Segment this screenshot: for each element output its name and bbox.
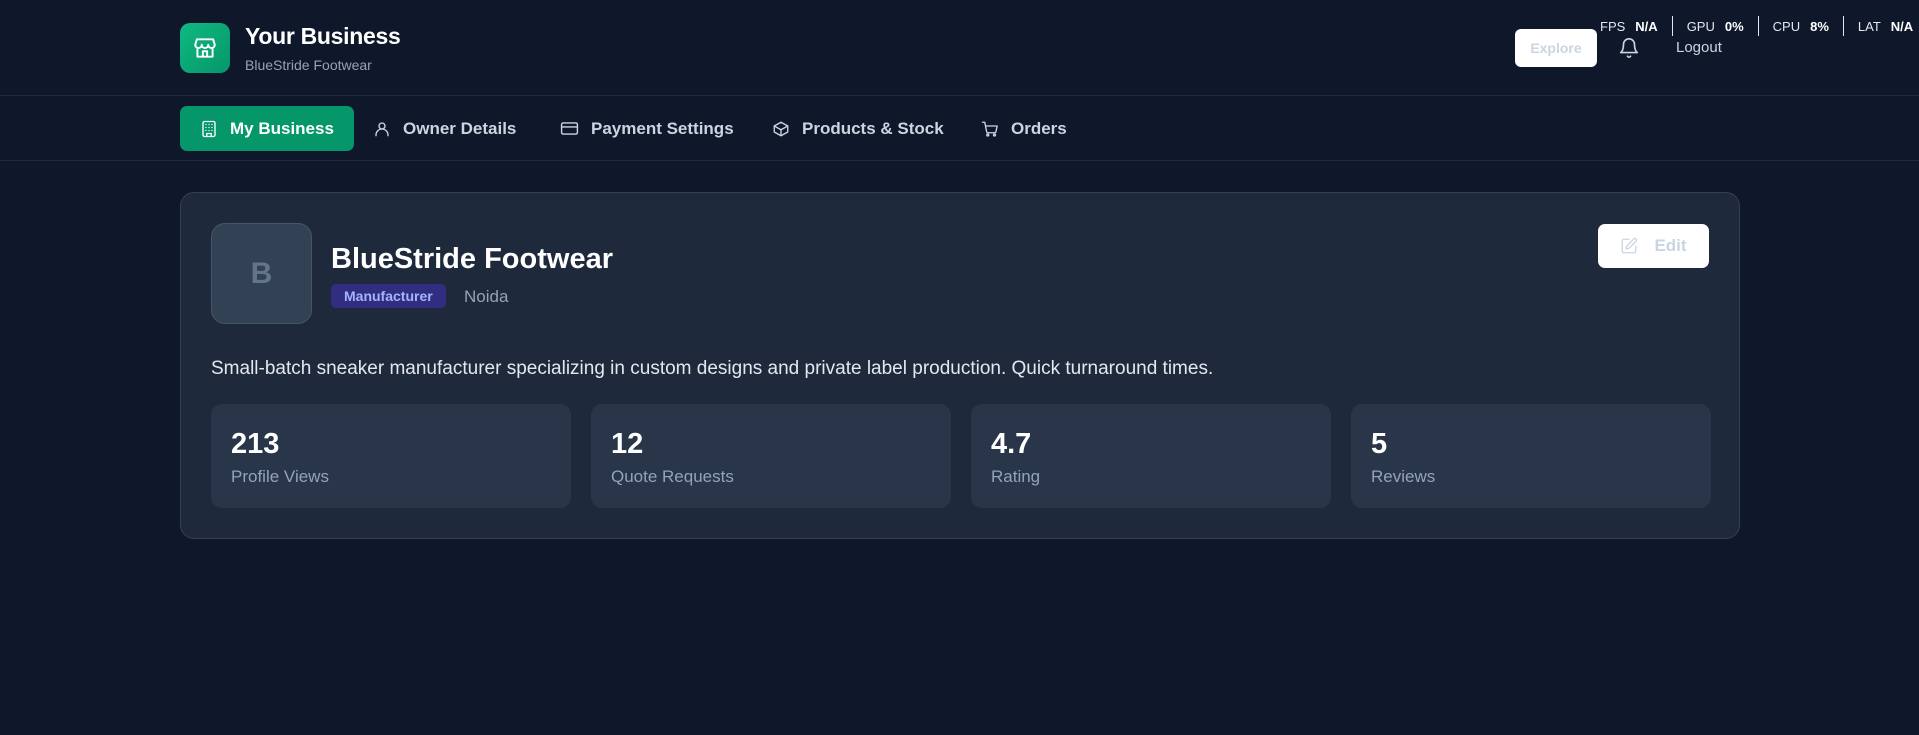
store-icon [180, 23, 230, 73]
metric-gpu: GPU 0% [1673, 16, 1759, 36]
stat-label: Profile Views [231, 467, 329, 486]
stat-value: 213 [231, 428, 280, 460]
explore-button[interactable]: Explore [1515, 29, 1597, 67]
app-title: Your Business [245, 23, 401, 49]
stat-label: Reviews [1371, 467, 1436, 486]
stat-label: Quote Requests [611, 467, 734, 486]
stat-card-profile-views: 213 Profile Views [211, 404, 571, 508]
credit-card-icon [560, 122, 579, 135]
tab-my-business[interactable]: My Business [180, 106, 354, 151]
stat-card-reviews: 5 Reviews [1351, 404, 1711, 508]
metric-label: LAT [1857, 18, 1881, 34]
stat-card-rating: 4.7 Rating [971, 404, 1331, 508]
logout-link[interactable]: Logout [1676, 39, 1722, 56]
metric-fps: FPS N/A [1586, 16, 1673, 36]
tab-products-stock[interactable]: Products & Stock [752, 106, 964, 151]
metric-value: 0% [1724, 18, 1744, 34]
tab-label: Payment Settings [591, 118, 734, 138]
edit-button[interactable]: Edit [1598, 224, 1709, 268]
metric-value: N/A [1635, 18, 1658, 34]
metric-label: CPU [1772, 18, 1801, 34]
tab-label: Owner Details [403, 118, 517, 138]
business-type-badge: Manufacturer [331, 284, 446, 308]
metric-label: GPU [1686, 18, 1715, 34]
business-profile-card: B BlueStride Footwear Manufacturer Noida… [180, 192, 1740, 539]
business-description: Small-batch sneaker manufacturer special… [211, 358, 1214, 379]
performance-metrics: FPS N/A GPU 0% CPU 8% LAT N/A [1586, 15, 1913, 37]
main-nav: My Business Owner Details Payment Settin… [0, 96, 1919, 161]
edit-label: Edit [1654, 236, 1687, 255]
tab-label: Products & Stock [802, 118, 944, 138]
stat-value: 4.7 [991, 428, 1032, 460]
tab-owner-details[interactable]: Owner Details [353, 106, 536, 151]
metric-label: FPS [1600, 18, 1626, 34]
top-header: Your Business BlueStride Footwear Explor… [0, 0, 1919, 96]
tab-label: Orders [1011, 118, 1067, 138]
stat-value: 12 [611, 428, 644, 460]
stat-card-quote-requests: 12 Quote Requests [591, 404, 951, 508]
stats-row: 213 Profile Views 12 Quote Requests 4.7 … [211, 404, 1711, 508]
business-avatar: B [211, 223, 312, 324]
user-icon [375, 121, 389, 136]
cart-icon [981, 121, 998, 137]
bell-icon[interactable] [1618, 37, 1640, 59]
business-name: BlueStride Footwear [331, 243, 613, 275]
building-icon [202, 120, 216, 137]
stat-value: 5 [1371, 428, 1388, 460]
stat-label: Rating [991, 467, 1041, 486]
metric-value: N/A [1890, 18, 1914, 34]
tab-orders[interactable]: Orders [961, 106, 1087, 151]
metric-cpu: CPU 8% [1759, 16, 1844, 36]
app-subtitle: BlueStride Footwear [245, 57, 372, 73]
tab-payment-settings[interactable]: Payment Settings [540, 106, 754, 151]
edit-icon [1622, 237, 1638, 254]
tab-label: My Business [230, 118, 334, 138]
business-city: Noida [464, 287, 509, 306]
metric-lat: LAT N/A [1844, 16, 1913, 36]
metric-value: 8% [1810, 18, 1829, 34]
brand: Your Business BlueStride Footwear [180, 23, 401, 73]
package-icon [773, 121, 789, 136]
